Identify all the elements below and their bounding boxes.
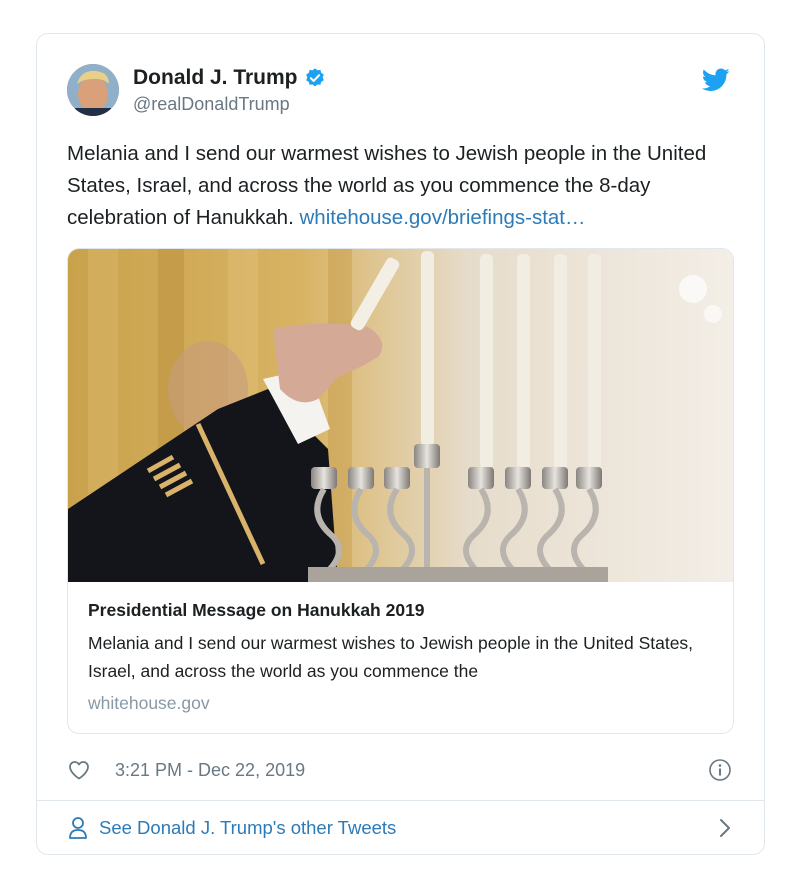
card-domain: whitehouse.gov xyxy=(88,693,210,713)
see-other-tweets-label[interactable]: See Donald J. Trump's other Tweets xyxy=(99,817,396,839)
tweet-embed-card: Donald J. Trump @realDonaldTrump Melania… xyxy=(36,33,765,855)
tweet-text: Melania and I send our warmest wishes to… xyxy=(67,138,742,234)
avatar[interactable] xyxy=(67,64,119,116)
card-title[interactable]: Presidential Message on Hanukkah 2019 xyxy=(88,600,713,621)
card-image[interactable] xyxy=(68,249,733,582)
heart-icon[interactable] xyxy=(67,758,91,782)
other-tweets-link[interactable]: See Donald J. Trump's other Tweets xyxy=(67,814,734,842)
link-preview-card[interactable]: Presidential Message on Hanukkah 2019 Me… xyxy=(67,248,734,734)
tweet-header: Donald J. Trump @realDonaldTrump xyxy=(67,64,734,120)
tweet-meta: 3:21 PM - Dec 22, 2019 xyxy=(67,756,734,784)
info-icon[interactable] xyxy=(708,758,732,782)
card-description: Melania and I send our warmest wishes to… xyxy=(88,633,694,681)
author-info[interactable]: Donald J. Trump @realDonaldTrump xyxy=(133,66,326,115)
twitter-bird-icon[interactable] xyxy=(702,68,730,92)
tweet-link[interactable]: whitehouse.gov/briefings-stat… xyxy=(299,206,585,229)
author-name[interactable]: Donald J. Trump xyxy=(133,66,298,90)
author-handle[interactable]: @realDonaldTrump xyxy=(133,94,326,115)
card-body[interactable]: Presidential Message on Hanukkah 2019 Me… xyxy=(88,600,713,714)
verified-badge-icon xyxy=(305,68,324,87)
timestamp[interactable]: 3:21 PM - Dec 22, 2019 xyxy=(115,760,305,781)
person-icon xyxy=(69,817,87,839)
divider xyxy=(37,800,764,801)
chevron-right-icon[interactable] xyxy=(716,817,734,839)
